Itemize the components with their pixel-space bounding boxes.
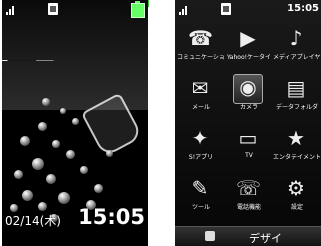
- wallpaper-ball: [22, 190, 33, 201]
- status-clock: 15:05: [287, 3, 319, 14]
- status-bar: 15:05: [175, 0, 321, 18]
- tv-icon: ▭: [238, 126, 258, 150]
- signal-strength-icon: [179, 3, 213, 15]
- wallpaper-ball: [52, 140, 60, 148]
- wallpaper-ball: [42, 98, 50, 106]
- menu-item-settings[interactable]: ⚙ 設定: [273, 172, 321, 218]
- notification-icon: [48, 3, 58, 15]
- menu-item-label: 設定: [290, 204, 303, 211]
- wallpaper-ball: [14, 170, 23, 179]
- menu-item-phone-function[interactable]: ☏ 電話機能: [225, 172, 273, 218]
- menu-item-s-appli[interactable]: ✦ S!アプリ: [177, 122, 225, 168]
- camera-icon: ◉: [233, 74, 263, 104]
- menu-item-label: エンタテイメント: [273, 154, 321, 161]
- wallpaper-ball: [38, 122, 47, 131]
- communication-icon: ☎: [188, 26, 213, 50]
- menu-item-label: データフォルダ: [275, 104, 318, 111]
- settings-icon: ⚙: [287, 176, 305, 200]
- wallpaper-ball: [58, 192, 70, 204]
- menu-item-label: ツール: [191, 204, 210, 211]
- wallpaper-ball: [80, 166, 88, 174]
- wallpaper-ball: [38, 202, 47, 211]
- signal-strength-icon: [6, 3, 40, 15]
- wallpaper-ball: [72, 118, 79, 125]
- standby-date: 02/14(木): [5, 214, 61, 228]
- main-menu-screen: 15:05 ☎ コミュニケーション ▶ Yahoo!ケータイ ♪ メディアプレイヤー ✉ メー…: [175, 0, 321, 246]
- status-bar: [2, 0, 148, 18]
- wallpaper-ball: [60, 108, 66, 114]
- wallpaper-ball: [20, 136, 30, 146]
- phone-function-icon: ☏: [236, 176, 262, 200]
- wallpaper-ball: [94, 184, 103, 193]
- menu-item-mail[interactable]: ✉ メール: [177, 72, 225, 118]
- menu-item-yahoo-keitai[interactable]: ▶ Yahoo!ケータイ: [225, 22, 273, 68]
- standby-clock: 15:05: [78, 205, 145, 229]
- menu-item-communication[interactable]: ☎ コミュニケーション: [177, 22, 225, 68]
- wallpaper-ball: [32, 158, 44, 170]
- menu-item-tool[interactable]: ✎ ツール: [177, 172, 225, 218]
- mail-icon: ✉: [191, 76, 209, 100]
- notification-icon: [221, 3, 231, 15]
- menu-item-entertainment[interactable]: ★ エンタテイメント: [273, 122, 321, 168]
- s-appli-icon: ✦: [191, 126, 209, 150]
- battery-icon: [131, 1, 145, 18]
- menu-item-label: Yahoo!ケータイ: [226, 54, 272, 61]
- menu-item-label: コミュニケーション: [177, 54, 225, 61]
- menu-item-label: S!アプリ: [188, 154, 214, 161]
- menu-item-label: メール: [191, 104, 210, 111]
- data-folder-icon: ▤: [286, 76, 306, 100]
- standby-screen: 02/14(木) 15:05: [2, 0, 148, 246]
- wallpaper-ball: [10, 204, 18, 212]
- entertainment-icon: ★: [287, 126, 305, 150]
- menu-item-media-player[interactable]: ♪ メディアプレイヤー: [273, 22, 321, 68]
- menu-item-camera[interactable]: ◉ カメラ: [225, 72, 273, 118]
- wallpaper-ball: [106, 150, 113, 157]
- wallpaper-ball: [66, 150, 75, 159]
- tool-icon: ✎: [191, 176, 209, 200]
- media-player-icon: ♪: [289, 26, 303, 50]
- wallpaper-ball: [46, 174, 56, 184]
- menu-item-data-folder[interactable]: ▤ データフォルダ: [273, 72, 321, 118]
- menu-item-label: TV: [245, 152, 253, 159]
- soft-key-label[interactable]: デザイ: [249, 230, 282, 246]
- menu-item-label: 電話機能: [236, 204, 261, 211]
- soft-key-icon[interactable]: [205, 231, 215, 241]
- menu-item-label: メディアプレイヤー: [273, 54, 321, 61]
- menu-item-label: カメラ: [239, 104, 258, 111]
- menu-item-tv[interactable]: ▭ TV: [225, 122, 273, 168]
- yahoo-keitai-icon: ▶: [240, 26, 256, 50]
- soft-key-bar: デザイ: [175, 226, 321, 246]
